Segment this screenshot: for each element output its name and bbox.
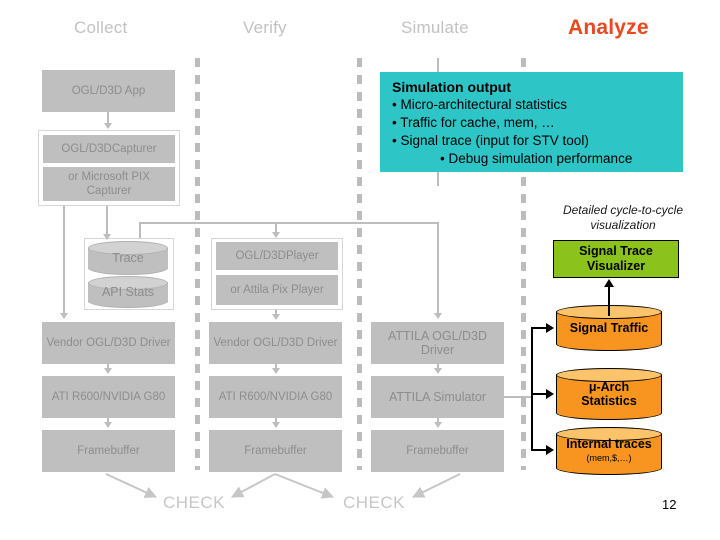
internal-traces-text: Internal traces (566, 437, 652, 451)
arrow-to-uarch-statistics (546, 389, 554, 399)
visualization-caption-line2: visualization (590, 218, 656, 232)
bracket-spine (531, 327, 533, 449)
visualizer-label-line1: Signal Trace (579, 244, 653, 258)
box-attila-driver: ATTILA OGL/D3D Driver (371, 322, 504, 364)
bracket-arm-signal-traffic (531, 327, 547, 329)
uarch-text-line1: μ-Arch (588, 380, 630, 394)
uarch-text-line2: Statistics (581, 394, 637, 408)
check-label-right: CHECK (343, 493, 406, 512)
connector-bus-to-attila-driver (437, 222, 439, 314)
cylinder-internal-traces: Internal traces (mem,$,…) (556, 427, 662, 475)
simulation-output-bullet-4: • Debug simulation performance (440, 151, 633, 166)
cylinder-api-stats-label: API Stats (101, 285, 155, 299)
connector-capturer-to-driver (63, 206, 65, 314)
arrow-to-signal-traffic (546, 323, 554, 333)
visualizer-label-line2: Visualizer (586, 259, 646, 273)
connector-traffic-to-visualizer (608, 286, 610, 316)
visualization-caption: Detailed cycle-to-cycle visualization (533, 203, 713, 233)
cylinder-api-stats: API Stats (88, 276, 168, 308)
column-separator-1 (195, 58, 200, 470)
box-attila-simulator: ATTILA Simulator (371, 376, 504, 418)
internal-traces-sub: (mem,$,…) (586, 453, 632, 463)
arrow-bus-to-attila-driver (434, 313, 442, 319)
signal-traffic-text: Signal Traffic (569, 321, 649, 335)
cylinder-trace-label: Trace (112, 251, 144, 265)
connector-simulate-output-stub (437, 172, 439, 186)
arrow-capturer-to-driver (60, 313, 68, 319)
visualization-caption-line1: Detailed cycle-to-cycle (562, 203, 684, 217)
box-verify-hardware: ATI R600/NVIDIA G80 (209, 376, 342, 418)
arrow-capturer-to-trace (103, 234, 111, 240)
cylinder-internal-traces-label: Internal traces (mem,$,…) (556, 427, 662, 475)
check-arrow-left-in (105, 473, 157, 498)
arrow-sim-driver-simulator (434, 368, 442, 374)
cylinder-uarch-label: μ-Arch Statistics (556, 368, 662, 420)
arrow-app-to-capturer (104, 123, 112, 129)
connector-simulator-to-bracket (504, 396, 532, 398)
slide-canvas: Collect Verify Simulate Analyze OGL/D3D … (0, 0, 720, 540)
phase-header-verify: Verify (243, 18, 287, 37)
box-ogl-d3d-player: OGL/D3DPlayer (216, 242, 338, 270)
check-arrow-right-in (274, 473, 334, 499)
connector-simulate-header-stub (437, 58, 439, 72)
box-collect-framebuffer: Framebuffer (42, 430, 175, 472)
arrow-player-to-driver (272, 314, 280, 320)
simulation-output-heading: Simulation output (392, 79, 511, 95)
box-verify-framebuffer: Framebuffer (209, 430, 342, 472)
box-simulate-framebuffer: Framebuffer (371, 430, 504, 472)
arrow-verify-hw-fb (272, 422, 280, 428)
bracket-arm-uarch (531, 393, 547, 395)
check-arrow-right-out (412, 473, 461, 498)
arrow-to-internal-traces (546, 445, 554, 455)
arrow-verify-driver-hw (272, 368, 280, 374)
check-arrow-left-out (231, 473, 276, 498)
simulation-output-bullet-3: • Signal trace (input for STV tool) (392, 133, 589, 148)
connector-trace-bus-up (139, 222, 141, 238)
connector-trace-bus (139, 222, 439, 224)
connector-capturer-to-trace (106, 206, 108, 236)
simulation-output-bullet-2: • Traffic for cache, mem, … (392, 115, 555, 130)
column-separator-2 (357, 58, 362, 470)
bracket-arm-internal-traces (531, 449, 547, 451)
panel-simulation-output: Simulation output • Micro-architectural … (380, 72, 683, 172)
simulation-output-bullet-1: • Micro-architectural statistics (392, 97, 568, 112)
box-ogl-d3d-capturer: OGL/D3DCapturer (43, 135, 175, 163)
cylinder-trace: Trace (88, 241, 168, 275)
box-signal-trace-visualizer: Signal Trace Visualizer (553, 240, 679, 278)
arrow-bus-to-player (272, 232, 280, 238)
arrow-traffic-to-visualizer (604, 279, 614, 287)
box-microsoft-pix-capturer: or Microsoft PIX Capturer (43, 167, 175, 201)
phase-header-analyze: Analyze (568, 16, 649, 39)
arrow-collect-hw-fb (104, 422, 112, 428)
arrow-collect-driver-hw (104, 368, 112, 374)
box-collect-hardware: ATI R600/NVIDIA G80 (42, 376, 175, 418)
phase-header-simulate: Simulate (401, 18, 469, 37)
page-number: 12 (662, 497, 677, 512)
phase-header-collect: Collect (74, 18, 128, 37)
cylinder-uarch-statistics: μ-Arch Statistics (556, 368, 662, 420)
box-ogl-d3d-app: OGL/D3D App (42, 70, 175, 112)
box-collect-vendor-driver: Vendor OGL/D3D Driver (42, 322, 175, 364)
box-attila-pix-player: or Attila Pix Player (216, 275, 338, 305)
arrow-sim-simulator-fb (434, 422, 442, 428)
box-verify-vendor-driver: Vendor OGL/D3D Driver (209, 322, 342, 364)
check-label-left: CHECK (163, 493, 226, 512)
